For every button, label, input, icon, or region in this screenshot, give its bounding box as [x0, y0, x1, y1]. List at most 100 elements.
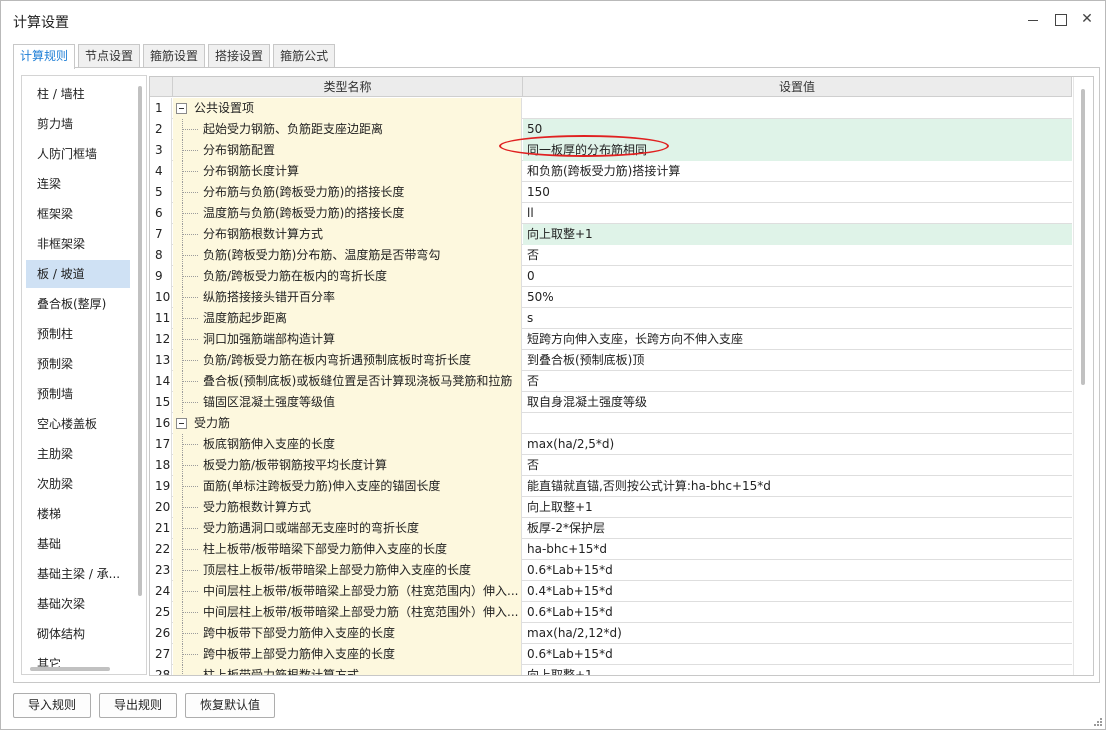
- tab-lap-settings[interactable]: 搭接设置: [208, 44, 271, 67]
- grid-scrollbar[interactable]: [1073, 77, 1093, 675]
- sidebar-scrollbar[interactable]: [136, 76, 146, 674]
- row-setting-value[interactable]: 向上取整+1: [523, 224, 1072, 245]
- sidebar-item[interactable]: 其它: [26, 650, 130, 674]
- table-row[interactable]: 1 公共设置项: [150, 98, 1072, 119]
- table-row[interactable]: 16 受力筋: [150, 413, 1072, 434]
- sidebar-hscroll-thumb[interactable]: [30, 667, 110, 671]
- table-row[interactable]: 28 柱上板带受力筋根数计算方式 向上取整+1: [150, 665, 1072, 675]
- close-icon[interactable]: ✕: [1079, 11, 1095, 27]
- table-row[interactable]: 27 跨中板带上部受力筋伸入支座的长度 0.6*Lab+15*d: [150, 644, 1072, 665]
- row-setting-value[interactable]: [523, 413, 1072, 434]
- sidebar-item[interactable]: 楼梯: [26, 500, 130, 528]
- sidebar-item[interactable]: 非框架梁: [26, 230, 130, 258]
- row-setting-value[interactable]: 短跨方向伸入支座，长跨方向不伸入支座: [523, 329, 1072, 350]
- tree-line: [182, 528, 198, 529]
- collapse-icon[interactable]: [176, 103, 187, 114]
- tab-stirrup-settings[interactable]: 箍筋设置: [143, 44, 206, 67]
- row-setting-value[interactable]: 板厚-2*保护层: [523, 518, 1072, 539]
- tab-node-settings[interactable]: 节点设置: [78, 44, 141, 67]
- sidebar-item[interactable]: 柱 / 墙柱: [26, 80, 130, 108]
- sidebar-item[interactable]: 次肋梁: [26, 470, 130, 498]
- row-setting-value[interactable]: max(ha/2,12*d): [523, 623, 1072, 644]
- row-setting-value[interactable]: 向上取整+1: [523, 665, 1072, 675]
- table-row[interactable]: 8 负筋(跨板受力筋)分布筋、温度筋是否带弯勾 否: [150, 245, 1072, 266]
- table-row[interactable]: 7 分布钢筋根数计算方式 向上取整+1: [150, 224, 1072, 245]
- table-row[interactable]: 18 板受力筋/板带钢筋按平均长度计算 否: [150, 455, 1072, 476]
- table-row[interactable]: 21 受力筋遇洞口或端部无支座时的弯折长度 板厚-2*保护层: [150, 518, 1072, 539]
- table-row[interactable]: 20 受力筋根数计算方式 向上取整+1: [150, 497, 1072, 518]
- row-setting-value[interactable]: 到叠合板(预制底板)顶: [523, 350, 1072, 371]
- sidebar-item[interactable]: 基础主梁 / 承...: [26, 560, 130, 588]
- table-row[interactable]: 17 板底钢筋伸入支座的长度 max(ha/2,5*d): [150, 434, 1072, 455]
- table-row[interactable]: 3 分布钢筋配置 同一板厚的分布筋相同: [150, 140, 1072, 161]
- collapse-icon[interactable]: [176, 418, 187, 429]
- table-row[interactable]: 25 中间层柱上板带/板带暗梁上部受力筋（柱宽范围外）伸入... 0.6*Lab+1…: [150, 602, 1072, 623]
- table-row[interactable]: 10 纵筋搭接接头错开百分率 50%: [150, 287, 1072, 308]
- row-setting-value[interactable]: 150: [523, 182, 1072, 203]
- row-setting-value[interactable]: 0.6*Lab+15*d: [523, 602, 1072, 623]
- row-number: 11: [150, 308, 172, 329]
- sidebar-item[interactable]: 基础: [26, 530, 130, 558]
- table-row[interactable]: 5 分布筋与负筋(跨板受力筋)的搭接长度 150: [150, 182, 1072, 203]
- sidebar-item[interactable]: 剪力墙: [26, 110, 130, 138]
- grid-scroll-thumb[interactable]: [1081, 89, 1085, 385]
- sidebar-item[interactable]: 人防门框墙: [26, 140, 130, 168]
- row-setting-value[interactable]: 取自身混凝土强度等级: [523, 392, 1072, 413]
- row-setting-value[interactable]: 0.6*Lab+15*d: [523, 560, 1072, 581]
- table-row[interactable]: 2 起始受力钢筋、负筋距支座边距离 50: [150, 119, 1072, 140]
- table-row[interactable]: 19 面筋(单标注跨板受力筋)伸入支座的锚固长度 能直锚就直锚,否则按公式计算:ha…: [150, 476, 1072, 497]
- row-setting-value[interactable]: 0.6*Lab+15*d: [523, 644, 1072, 665]
- resize-grip-icon[interactable]: [1093, 717, 1103, 727]
- table-row[interactable]: 22 柱上板带/板带暗梁下部受力筋伸入支座的长度 ha-bhc+15*d: [150, 539, 1072, 560]
- restore-default-button[interactable]: 恢复默认值: [185, 693, 276, 718]
- row-setting-value[interactable]: 否: [523, 371, 1072, 392]
- export-rules-button[interactable]: 导出规则: [99, 693, 178, 718]
- row-setting-value[interactable]: 否: [523, 245, 1072, 266]
- table-row[interactable]: 4 分布钢筋长度计算 和负筋(跨板受力筋)搭接计算: [150, 161, 1072, 182]
- sidebar-item[interactable]: 砌体结构: [26, 620, 130, 648]
- table-row[interactable]: 9 负筋/跨板受力筋在板内的弯折长度 0: [150, 266, 1072, 287]
- row-setting-value[interactable]: 否: [523, 455, 1072, 476]
- tree-line: [182, 486, 198, 487]
- maximize-icon[interactable]: [1052, 11, 1068, 27]
- table-row[interactable]: 14 叠合板(预制底板)或板缝位置是否计算现浇板马凳筋和拉筋否: [150, 371, 1072, 392]
- sidebar-item[interactable]: 叠合板(整厚): [26, 290, 130, 318]
- tab-calc-rules[interactable]: 计算规则: [13, 44, 76, 69]
- row-setting-value[interactable]: 和负筋(跨板受力筋)搭接计算: [523, 161, 1072, 182]
- row-setting-value[interactable]: ll: [523, 203, 1072, 224]
- table-row[interactable]: 26 跨中板带下部受力筋伸入支座的长度 max(ha/2,12*d): [150, 623, 1072, 644]
- import-rules-button[interactable]: 导入规则: [13, 693, 92, 718]
- row-setting-value[interactable]: 同一板厚的分布筋相同: [523, 140, 1072, 161]
- table-row[interactable]: 11 温度筋起步距离 s: [150, 308, 1072, 329]
- sidebar-item[interactable]: 预制柱: [26, 320, 130, 348]
- sidebar-scroll-thumb[interactable]: [138, 86, 142, 596]
- row-setting-value[interactable]: 50: [523, 119, 1072, 140]
- table-row[interactable]: 6 温度筋与负筋(跨板受力筋)的搭接长度 ll: [150, 203, 1072, 224]
- table-row[interactable]: 12 洞口加强筋端部构造计算 短跨方向伸入支座，长跨方向不伸入支座: [150, 329, 1072, 350]
- sidebar-item[interactable]: 预制梁: [26, 350, 130, 378]
- row-setting-value[interactable]: 50%: [523, 287, 1072, 308]
- sidebar-item[interactable]: 空心楼盖板: [26, 410, 130, 438]
- row-setting-value[interactable]: 向上取整+1: [523, 497, 1072, 518]
- table-row[interactable]: 13 负筋/跨板受力筋在板内弯折遇预制底板时弯折长度 到叠合板(预制底板)顶: [150, 350, 1072, 371]
- sidebar-item[interactable]: 主肋梁: [26, 440, 130, 468]
- sidebar-item[interactable]: 基础次梁: [26, 590, 130, 618]
- sidebar-item[interactable]: 板 / 坡道: [26, 260, 130, 288]
- table-row[interactable]: 15 锚固区混凝土强度等级值 取自身混凝土强度等级: [150, 392, 1072, 413]
- row-setting-value[interactable]: [523, 98, 1072, 119]
- component-list: 其它 砌体结构 基础次梁 基础主梁 / 承... 基础 楼梯 次肋梁 主肋梁 空心楼盖板 预制墙预…: [21, 75, 147, 675]
- tab-stirrup-formula[interactable]: 箍筋公式: [273, 44, 336, 67]
- table-row[interactable]: 24 中间层柱上板带/板带暗梁上部受力筋（柱宽范围内）伸入... 0.4*Lab+1…: [150, 581, 1072, 602]
- row-setting-value[interactable]: ha-bhc+15*d: [523, 539, 1072, 560]
- row-setting-value[interactable]: s: [523, 308, 1072, 329]
- tree-line: [182, 612, 198, 613]
- row-setting-value[interactable]: max(ha/2,5*d): [523, 434, 1072, 455]
- row-setting-value[interactable]: 0.4*Lab+15*d: [523, 581, 1072, 602]
- row-setting-value[interactable]: 能直锚就直锚,否则按公式计算:ha-bhc+15*d: [523, 476, 1072, 497]
- sidebar-item[interactable]: 连梁: [26, 170, 130, 198]
- sidebar-item[interactable]: 框架梁: [26, 200, 130, 228]
- sidebar-item[interactable]: 预制墙: [26, 380, 130, 408]
- row-setting-value[interactable]: 0: [523, 266, 1072, 287]
- minimize-icon[interactable]: [1025, 11, 1041, 27]
- table-row[interactable]: 23 顶层柱上板带/板带暗梁上部受力筋伸入支座的长度 0.6*Lab+15*d: [150, 560, 1072, 581]
